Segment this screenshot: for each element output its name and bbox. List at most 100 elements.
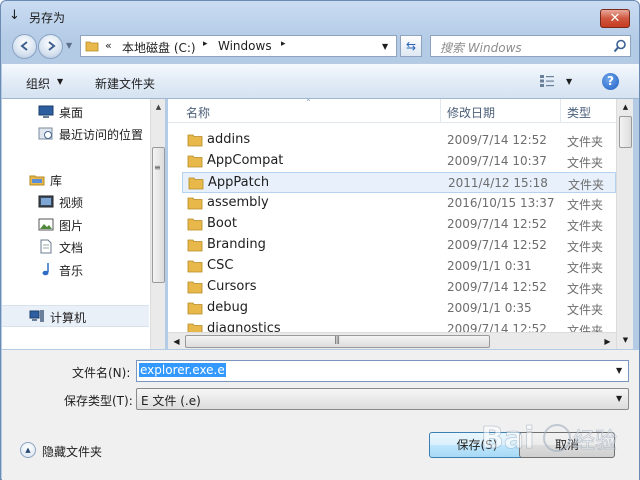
back-button[interactable]: [12, 34, 37, 59]
dialog-icon: ↓: [9, 8, 20, 23]
table-row[interactable]: assembly 2016/10/15 13:37 文件夹: [182, 193, 616, 214]
new-folder-button[interactable]: 新建文件夹: [95, 75, 155, 92]
scrollbar-thumb[interactable]: [619, 116, 632, 148]
file-type: 文件夹: [568, 178, 605, 192]
forward-button[interactable]: [38, 34, 63, 59]
videos-icon: [38, 195, 54, 208]
chevron-down-icon[interactable]: ▼: [57, 77, 63, 86]
sidebar-item-libraries[interactable]: 库: [2, 169, 149, 191]
scroll-down-icon[interactable]: ▼: [617, 332, 634, 349]
sidebar-item-label: 桌面: [59, 106, 84, 120]
organize-button[interactable]: 组织: [26, 75, 50, 92]
navigation-pane: 桌面 最近访问的位置 库 视频 图片 文档 音乐 计算机 ▲ ≡: [2, 99, 165, 349]
sidebar-item-pictures[interactable]: 图片: [2, 214, 149, 236]
sidebar-item-music[interactable]: 音乐: [2, 259, 149, 281]
file-type: 文件夹: [567, 156, 604, 170]
search-input[interactable]: 搜索 Windows: [430, 35, 631, 57]
breadcrumb-separator[interactable]: ▸: [281, 39, 286, 49]
table-row[interactable]: Boot 2009/7/14 12:52 文件夹: [182, 214, 616, 235]
hide-folders-label[interactable]: 隐藏文件夹: [42, 443, 102, 460]
file-list-vertical-scrollbar[interactable]: ▲ ▼: [616, 99, 633, 349]
chevron-down-icon[interactable]: ▼: [566, 77, 572, 86]
file-date: 2009/7/14 12:52: [447, 280, 547, 294]
filename-field[interactable]: explorer.exe.e ▼: [136, 360, 629, 382]
documents-icon: [40, 239, 52, 254]
sort-ascending-icon: ⌃: [305, 99, 312, 107]
search-icon[interactable]: [613, 39, 627, 53]
column-divider[interactable]: [440, 99, 441, 123]
table-row[interactable]: Cursors 2009/7/14 12:52 文件夹: [182, 277, 616, 298]
sidebar-item-desktop[interactable]: 桌面: [2, 101, 149, 123]
help-icon[interactable]: ?: [602, 73, 619, 90]
breadcrumb-local-disk[interactable]: 本地磁盘 (C:): [122, 39, 196, 56]
column-header-date[interactable]: 修改日期: [447, 104, 495, 121]
filename-value[interactable]: explorer.exe.e: [139, 363, 226, 377]
save-as-dialog: ↓ 另存为 ✕ ▼ « 本地磁盘 (C:) ▸ Windows ▸ ▼ ⇆ 搜索…: [0, 0, 640, 480]
sidebar-item-videos[interactable]: 视频: [2, 191, 149, 213]
file-list: ⌃ 名称 修改日期 类型 addins 2009/7/14 12:52 文件夹 App…: [168, 99, 616, 349]
file-date: 2009/7/14 12:52: [447, 133, 547, 147]
file-date: 2009/1/1 0:31: [447, 259, 532, 273]
refresh-button[interactable]: ⇆: [400, 35, 422, 57]
filetype-value: E 文件 (.e): [141, 394, 201, 408]
file-date: 2011/4/12 15:18: [448, 176, 548, 190]
file-type: 文件夹: [567, 240, 604, 254]
pictures-icon: [38, 218, 54, 231]
address-dropdown-icon[interactable]: ▼: [382, 42, 388, 51]
filetype-select[interactable]: E 文件 (.e) ▼: [136, 388, 629, 410]
scrollbar-thumb[interactable]: |||: [185, 335, 490, 348]
sidebar-item-label: 文档: [59, 241, 84, 255]
table-row[interactable]: CSC 2009/1/1 0:31 文件夹: [182, 256, 616, 277]
address-bar[interactable]: « 本地磁盘 (C:) ▸ Windows ▸ ▼: [80, 35, 397, 57]
folder-icon: [187, 260, 203, 273]
table-row[interactable]: addins 2009/7/14 12:52 文件夹: [182, 130, 616, 151]
folder-icon: [187, 155, 203, 168]
sidebar-item-label: 视频: [59, 196, 84, 210]
sidebar-item-label: 计算机: [50, 311, 87, 325]
file-list-horizontal-scrollbar[interactable]: ◀ ||| ▶: [168, 332, 616, 349]
file-type: 文件夹: [567, 303, 604, 317]
file-name: Cursors: [207, 279, 257, 294]
column-header-name[interactable]: 名称: [186, 104, 210, 121]
view-options-icon[interactable]: [539, 74, 555, 88]
folder-icon: [187, 281, 203, 294]
filename-label: 文件名(N):: [72, 366, 131, 380]
scroll-right-icon[interactable]: ▶: [599, 333, 616, 350]
column-divider[interactable]: [560, 99, 561, 123]
refresh-icon: ⇆: [405, 39, 417, 53]
folder-icon: [188, 177, 204, 190]
save-button[interactable]: 保存(S): [429, 432, 525, 458]
scroll-up-icon[interactable]: ▲: [151, 99, 166, 116]
sidebar-item-documents[interactable]: 文档: [2, 236, 149, 258]
computer-icon: [29, 310, 44, 322]
table-row[interactable]: Branding 2009/7/14 12:52 文件夹: [182, 235, 616, 256]
file-name: debug: [207, 300, 248, 315]
navigation-scrollbar[interactable]: ▲ ≡: [150, 99, 165, 349]
column-header-type[interactable]: 类型: [567, 104, 591, 121]
chevron-down-icon[interactable]: ▼: [616, 394, 622, 403]
dialog-title: 另存为: [29, 11, 66, 25]
table-row[interactable]: AppPatch 2011/4/12 15:18 文件夹: [182, 172, 616, 193]
chevron-up-icon[interactable]: ▲: [20, 442, 36, 458]
cancel-button[interactable]: 取消: [519, 432, 615, 458]
file-type: 文件夹: [567, 198, 604, 212]
breadcrumb-windows[interactable]: Windows: [218, 39, 272, 53]
file-name: assembly: [207, 195, 269, 210]
close-button[interactable]: ✕: [600, 9, 630, 28]
search-placeholder: 搜索 Windows: [440, 41, 522, 55]
chevron-down-icon[interactable]: ▼: [616, 366, 622, 375]
file-type: 文件夹: [567, 282, 604, 296]
file-name: AppCompat: [207, 153, 284, 168]
breadcrumb-separator[interactable]: ▸: [203, 39, 208, 49]
file-name: addins: [207, 132, 251, 147]
table-row[interactable]: AppCompat 2009/7/14 10:37 文件夹: [182, 151, 616, 172]
scroll-up-icon[interactable]: ▲: [617, 99, 634, 116]
scroll-left-icon[interactable]: ◀: [168, 333, 185, 350]
address-overflow-chevron[interactable]: «: [105, 39, 112, 52]
table-row[interactable]: debug 2009/1/1 0:35 文件夹: [182, 298, 616, 319]
sidebar-item-computer[interactable]: 计算机: [2, 305, 149, 327]
desktop-icon: [38, 105, 54, 118]
recent-pages-dropdown[interactable]: ▼: [66, 41, 76, 51]
folder-icon: [187, 218, 203, 231]
sidebar-item-recent-places[interactable]: 最近访问的位置: [2, 123, 149, 145]
